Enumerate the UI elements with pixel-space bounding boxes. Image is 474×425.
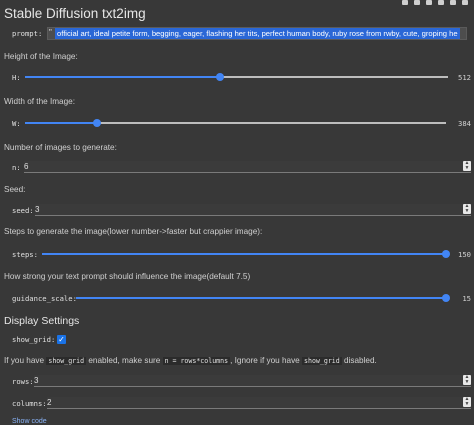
grid-note-mid: enabled, make sure [88,356,161,365]
show-grid-checkbox[interactable]: ✓ [57,335,66,344]
num-images-key: n: [12,163,21,172]
columns-key: columns: [12,399,47,408]
grid-note: If you have show_grid enabled, make sure… [4,356,377,365]
guidance-slider-fill [76,297,446,299]
num-images-label: Number of images to generate: [4,143,117,152]
grid-note-prefix: If you have [4,356,45,365]
delete-icon[interactable] [462,0,468,5]
grid-note-mid2: , Ignore if you have [230,356,300,365]
grid-note-code-show-grid: show_grid [46,357,87,365]
guidance-slider-thumb[interactable] [442,294,450,302]
grid-note-code-formula: n = rows*columns [162,357,231,365]
width-slider-fill [25,122,97,124]
show-code-link[interactable]: Show code [12,418,47,425]
steps-value: 150 [458,250,471,259]
height-slider[interactable] [25,73,448,81]
rows-key: rows: [12,377,34,386]
form-title: Stable Diffusion txt2img [4,6,146,21]
seed-key: seed: [12,206,34,215]
show-grid-key: show_grid: [12,335,56,344]
height-value: 512 [458,73,471,82]
guidance-value: 15 [462,294,471,303]
move-down-icon[interactable] [414,0,420,5]
link-icon[interactable] [426,0,432,5]
columns-value: 2 [47,398,52,407]
move-up-icon[interactable] [402,0,408,5]
settings-icon[interactable] [450,0,456,5]
seed-input[interactable]: 3 ▲ ▼ [35,204,471,216]
prompt-key: prompt: [12,29,43,38]
num-images-spinner-icon[interactable]: ▲ ▼ [463,161,471,171]
width-label: Width of the Image: [4,97,75,106]
seed-value: 3 [35,205,40,214]
rows-spinner-icon[interactable]: ▲ ▼ [463,375,471,385]
seed-label: Seed: [4,185,26,194]
display-settings-heading: Display Settings [4,315,80,327]
num-images-input[interactable]: 6 ▲ ▼ [24,161,471,173]
width-value: 384 [458,119,471,128]
grid-note-code-show-grid-2: show_grid [302,357,342,365]
steps-label: Steps to generate the image(lower number… [4,227,263,236]
steps-key: steps: [12,250,38,259]
seed-spinner-icon[interactable]: ▲ ▼ [463,204,471,214]
height-slider-fill [25,76,220,78]
steps-slider-fill [42,253,446,255]
prompt-selected-text: official art, ideal petite form, begging… [55,28,460,39]
comment-icon[interactable] [438,0,444,5]
guidance-key: guidance_scale: [12,294,77,303]
prompt-quote: " [49,28,52,37]
columns-input[interactable]: 2 ▲ ▼ [47,397,471,409]
grid-note-suffix: disabled. [344,356,377,365]
rows-input[interactable]: 3 ▲ ▼ [34,375,471,387]
width-slider-thumb[interactable] [92,119,101,127]
checkmark-icon: ✓ [58,335,65,344]
width-slider[interactable] [25,119,446,127]
height-label: Height of the Image: [4,52,78,61]
steps-slider-thumb[interactable] [442,250,450,258]
num-images-value: 6 [24,162,29,171]
rows-value: 3 [34,376,39,385]
height-slider-thumb[interactable] [215,73,224,81]
steps-slider[interactable] [42,250,450,258]
height-key: H: [12,73,21,82]
width-key: W: [12,119,21,128]
prompt-input[interactable]: " official art, ideal petite form, beggi… [47,27,467,40]
columns-spinner-icon[interactable]: ▲ ▼ [463,397,471,407]
cell-toolbar [364,0,474,7]
guidance-slider[interactable] [76,294,450,302]
guidance-label: How strong your text prompt should influ… [4,272,251,281]
